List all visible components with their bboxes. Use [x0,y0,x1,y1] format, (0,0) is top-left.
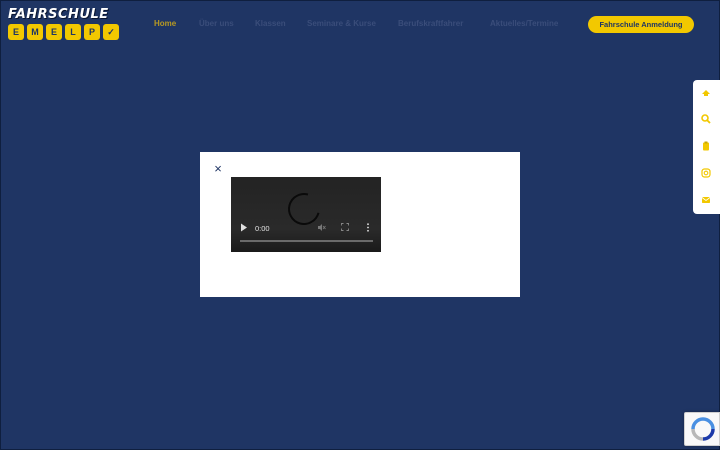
recaptcha-icon [691,417,715,441]
site-logo[interactable]: FAHRSCHULE E M E L P ✓ [6,7,124,45]
more-options-icon[interactable] [366,223,370,234]
clipboard-icon[interactable] [699,141,713,155]
logo-chip: M [27,24,43,40]
video-time: 0:00 [255,224,270,233]
video-player[interactable]: 0:00 [231,177,381,252]
video-modal: × 0:00 [200,152,520,297]
logo-chip: E [8,24,24,40]
mail-icon[interactable] [699,195,713,209]
nav-seminare-kurse[interactable]: Seminare & Kurse [307,19,376,28]
nav-home[interactable]: Home [154,19,176,28]
nav-ueber-uns[interactable]: Über uns [199,19,234,28]
nav-berufskraftfahrer[interactable]: Berufskraftfahrer [398,19,463,28]
logo-wordmark: FAHRSCHULE [8,7,109,22]
video-progress-bar[interactable] [240,240,373,242]
logo-chip: ✓ [103,24,119,40]
close-button[interactable]: × [211,162,225,176]
play-icon[interactable] [240,223,250,233]
search-icon[interactable] [699,114,713,128]
logo-chip: E [46,24,62,40]
recaptcha-badge[interactable] [684,412,720,446]
side-toolbar [693,80,720,214]
fullscreen-icon[interactable] [341,223,349,233]
registration-button[interactable]: Fahrschule Anmeldung [588,16,694,33]
cap-icon[interactable] [699,87,713,101]
mute-icon[interactable] [317,223,326,234]
nav-klassen[interactable]: Klassen [255,19,286,28]
nav-aktuelles-termine[interactable]: Aktuelles/Termine [490,19,558,28]
logo-chip: P [84,24,100,40]
instagram-icon[interactable] [699,168,713,182]
logo-chip: L [65,24,81,40]
logo-chips: E M E L P ✓ [8,24,119,40]
site-header: FAHRSCHULE E M E L P ✓ Home Über uns Kla… [0,0,720,50]
